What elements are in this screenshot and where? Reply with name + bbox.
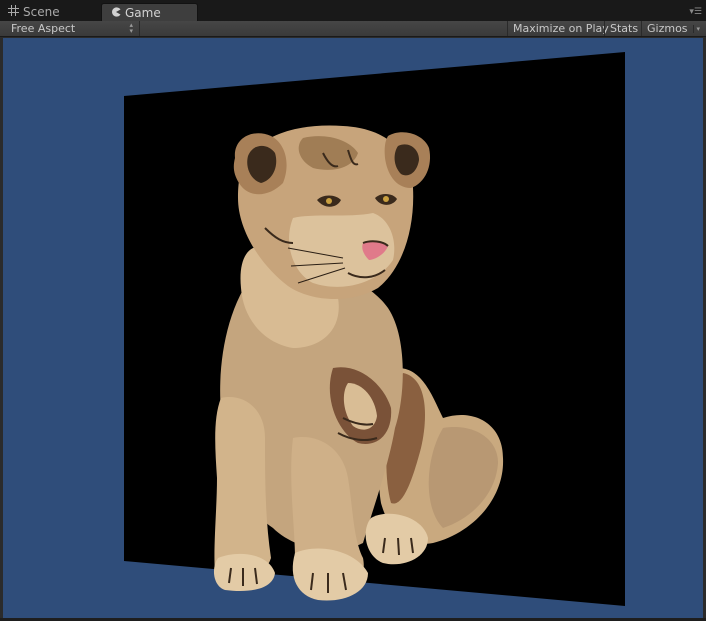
tab-game[interactable]: Game [101,3,198,21]
dropdown-arrows-icon: ▴ ▾ [129,21,133,35]
gizmos-toggle[interactable]: Gizmos ▾ [641,21,706,36]
gizmos-dropdown-icon[interactable]: ▾ [692,24,700,33]
tab-bar: Scene Game ▾☰ [0,0,706,21]
aspect-dropdown[interactable]: Free Aspect ▴ ▾ [0,21,140,36]
game-viewport[interactable] [3,38,703,618]
maximize-on-play-label: Maximize on Play [513,22,609,35]
game-pacman-icon [111,6,121,20]
scene-grid-icon [8,5,19,19]
gizmos-label: Gizmos [647,22,688,35]
maximize-on-play-toggle[interactable]: Maximize on Play [507,21,609,36]
tab-scene-label: Scene [23,5,60,19]
tab-menu-icon[interactable]: ▾☰ [689,8,702,17]
stats-label: Stats [610,22,639,35]
scene-render [124,52,625,606]
tab-game-label: Game [125,5,161,20]
game-toolbar: Free Aspect ▴ ▾ Maximize on Play Stats Gi… [0,21,706,37]
aspect-dropdown-label: Free Aspect [11,22,76,35]
tab-scene[interactable]: Scene [3,3,99,21]
stats-toggle[interactable]: Stats [604,21,641,36]
